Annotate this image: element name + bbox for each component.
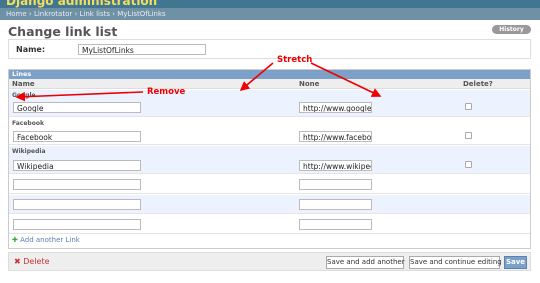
stretch-arrow-left (239, 62, 274, 92)
stretch-arrow-right (310, 62, 382, 97)
remove-arrow (15, 91, 144, 102)
annotation-arrows (15, 62, 382, 102)
